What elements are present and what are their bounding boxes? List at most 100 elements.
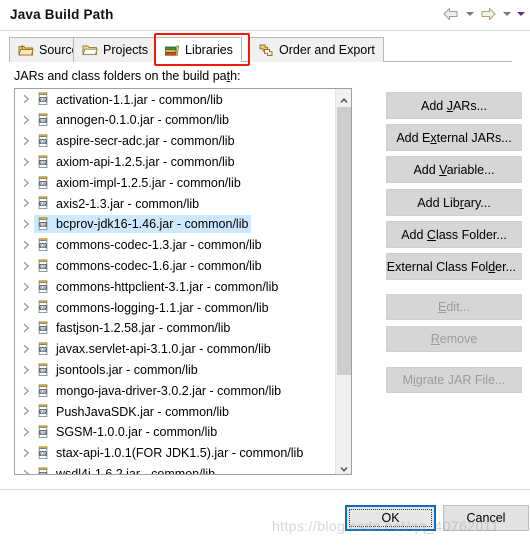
books-icon [164,42,180,58]
jar-icon: 010 [35,154,51,170]
list-item-label: commons-logging-1.1.jar - common/lib [56,300,269,315]
list-item[interactable]: 010 commons-codec-1.3.jar - common/lib [15,235,335,256]
label-suffix: lass Folder... [435,227,507,242]
chevron-right-icon[interactable] [19,282,34,292]
list-item[interactable]: 010 jsontools.jar - common/lib [15,359,335,380]
migrate-jar-file-button-label: Migrate JAR File... [403,373,506,387]
list-item[interactable]: 010 commons-httpclient-3.1.jar - common/l… [15,276,335,297]
list-item[interactable]: 010 bcprov-jdk16-1.46.jar - common/lib [15,214,335,235]
forward-arrow-icon[interactable] [478,5,498,23]
forward-dropdown-chevron-down-icon[interactable] [501,5,512,23]
list-item-content: 010 annogen-0.1.0.jar - common/lib [34,111,232,129]
list-item-label: jsontools.jar - common/lib [56,363,198,377]
back-arrow-icon[interactable] [441,5,461,23]
cancel-button[interactable]: Cancel [443,505,529,531]
svg-text:010: 010 [39,451,47,456]
build-path-list[interactable]: 010 activation-1.1.jar - common/lib 010 ann… [14,88,352,475]
tab-order-and-export[interactable]: Order and Export [249,37,384,62]
list-item[interactable]: 010 aspire-secr-adc.jar - common/lib [15,131,335,152]
chevron-right-icon[interactable] [19,469,34,474]
tab-order-and-export-label: Order and Export [279,43,375,58]
svg-text:010: 010 [39,97,47,102]
label-prefix: Add Lib [417,195,460,210]
list-item[interactable]: 010 annogen-0.1.0.jar - common/lib [15,110,335,131]
chevron-right-icon[interactable] [19,198,34,208]
chevron-right-icon[interactable] [19,240,34,250]
add-jars-button-label: Add JARs... [421,99,487,113]
source-folder-icon [18,42,34,58]
chevron-right-icon[interactable] [19,448,34,458]
list-item[interactable]: 010 axiom-api-1.2.5.jar - common/lib [15,151,335,172]
migrate-jar-file-button: Migrate JAR File... [386,367,522,393]
label-mnemonic: C [426,227,436,242]
list-vertical-scrollbar[interactable] [335,89,351,474]
svg-text:010: 010 [39,430,47,435]
header-divider [0,30,530,31]
label-suffix: dit... [446,300,470,314]
tab-projects[interactable]: Projects [73,37,158,62]
chevron-right-icon[interactable] [19,94,34,104]
chevron-right-icon[interactable] [19,386,34,396]
svg-text:010: 010 [39,388,47,393]
list-item[interactable]: 010 axiom-impl-1.2.5.jar - common/lib [15,172,335,193]
list-item[interactable]: 010 javax.servlet-api-3.1.0.jar - common/… [15,339,335,360]
edit-button: Edit... [386,294,522,320]
list-item[interactable]: 010 SGSM-1.0.0.jar - common/lib [15,422,335,443]
tab-projects-label: Projects [103,43,149,58]
scroll-down-button[interactable] [336,457,351,474]
add-class-folder-button[interactable]: Add Class Folder... [386,221,522,248]
svg-text:010: 010 [39,160,47,165]
label-suffix: ariable... [446,162,495,177]
add-library-button[interactable]: Add Library... [386,189,522,216]
list-item[interactable]: 010 commons-logging-1.1.jar - common/lib [15,297,335,318]
chevron-right-icon[interactable] [19,323,34,333]
back-dropdown-chevron-down-icon[interactable] [464,5,475,23]
add-external-class-folder-button[interactable]: Add External Class Folder... [386,253,522,280]
chevron-right-icon[interactable] [19,157,34,167]
svg-text:010: 010 [39,118,47,123]
chevron-right-icon[interactable] [19,219,34,229]
chevron-right-icon[interactable] [19,178,34,188]
add-class-folder-button-label: Add Class Folder... [401,228,507,242]
chevron-right-icon[interactable] [19,406,34,416]
list-item-label: PushJavaSDK.jar - common/lib [56,404,229,419]
list-item[interactable]: 010 stax-api-1.0.1(FOR JDK1.5).jar - comm… [15,443,335,464]
list-item[interactable]: 010 activation-1.1.jar - common/lib [15,89,335,110]
list-item-label: axis2-1.3.jar - common/lib [56,196,200,211]
svg-text:010: 010 [39,347,47,352]
list-item-content: 010 axis2-1.3.jar - common/lib [34,194,202,212]
tab-libraries[interactable]: Libraries [155,37,242,62]
label-suffix: grate JAR File... [415,373,506,387]
list-item-content: 010 axiom-api-1.2.5.jar - common/lib [34,153,238,171]
overflow-menu-chevron-down-icon[interactable] [515,5,526,23]
jar-icon: 010 [35,133,51,149]
chevron-right-icon[interactable] [19,115,34,125]
remove-button-label: Remove [431,332,478,346]
svg-text:010: 010 [39,139,47,144]
list-item[interactable]: 010 mongo-java-driver-3.0.2.jar - common/… [15,380,335,401]
ok-button[interactable]: OK [345,505,436,531]
list-item-label: axiom-api-1.2.5.jar - common/lib [56,155,235,170]
chevron-right-icon[interactable] [19,136,34,146]
jar-icon: 010 [35,424,51,440]
jar-icon: 010 [35,383,51,399]
scrollbar-thumb[interactable] [337,107,351,375]
chevron-right-icon[interactable] [19,302,34,312]
list-item[interactable]: 010 commons-codec-1.6.jar - common/lib [15,255,335,276]
list-item-label: annogen-0.1.0.jar - common/lib [56,113,230,128]
chevron-right-icon[interactable] [19,261,34,271]
svg-text:010: 010 [39,368,47,373]
chevron-right-icon[interactable] [19,365,34,375]
add-jars-button[interactable]: Add JARs... [386,92,522,119]
list-item[interactable]: 010 axis2-1.3.jar - common/lib [15,193,335,214]
chevron-right-icon[interactable] [19,427,34,437]
add-variable-button[interactable]: Add Variable... [386,156,522,183]
list-item[interactable]: 010 PushJavaSDK.jar - common/lib [15,401,335,422]
add-external-jars-button[interactable]: Add External JARs... [386,124,522,151]
scroll-up-button[interactable] [336,89,351,106]
list-item[interactable]: 010 fastjson-1.2.58.jar - common/lib [15,318,335,339]
list-caption-text: JARs and class folders on the build pa [14,69,227,83]
svg-text:010: 010 [39,222,47,227]
chevron-right-icon[interactable] [19,344,34,354]
list-item[interactable]: 010 wsdl4j-1.6.2.jar - common/lib [15,463,335,474]
